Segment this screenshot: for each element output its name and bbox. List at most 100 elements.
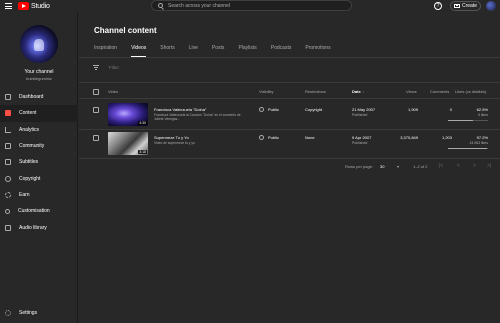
first-page-button[interactable]: |< [439,163,445,169]
create-label: Create [461,3,477,9]
channel-label: Your channel [24,69,54,75]
sidebar-item-settings[interactable]: Settings [5,310,37,316]
likes-bar-fill [448,148,487,149]
hamburger-menu-icon[interactable] [5,3,12,9]
tab-videos[interactable]: Videos [131,45,147,57]
visibility-label: Public [268,135,279,140]
sidebar-item-analytics[interactable]: Analytics [0,122,78,138]
restrictions-value: None [305,135,315,140]
sidebar-item-content[interactable]: Content [0,105,78,122]
visibility-dropdown[interactable]: Public [259,107,279,112]
video-thumbnail[interactable]: 4:30 [108,103,148,126]
column-likes[interactable]: Likes (vs dislikes) [455,89,486,94]
create-video-icon [453,4,460,8]
tab-shorts[interactable]: Shorts [160,45,174,57]
comments-value: 1,203 [441,135,452,140]
tab-promotions[interactable]: Promotions [305,45,330,57]
sidebar-item-label: Customisation [18,208,50,215]
search-icon [158,3,163,8]
sidebar-item-label: Analytics [19,126,40,133]
page-range: 1–2 of 2 [413,164,428,169]
search-input[interactable]: Search across your channel [151,0,352,11]
filter-label: Filter [109,64,119,70]
sidebar-item-label: Community [19,143,45,150]
date-status: Published [352,141,368,145]
views-value: 3,370,849 [400,135,418,140]
channel-name: bubbleguminiz [26,76,52,81]
duration-badge: 3:18 [138,150,147,154]
video-title[interactable]: Francisca Valenzuela "Dolna" [154,107,206,112]
youtube-play-icon [18,2,29,10]
create-button[interactable]: Create [450,1,481,11]
column-restrictions[interactable]: Restrictions [305,89,326,94]
visibility-label: Public [268,107,279,112]
tab-live[interactable]: Live [189,45,198,57]
likes-bar-fill [448,120,473,121]
sidebar-item-copyright[interactable]: Copyright [0,170,78,186]
settings-label: Settings [19,310,38,316]
prev-page-button[interactable]: < [457,163,463,169]
account-avatar[interactable] [486,1,496,11]
date-value: 21 May 2007 [352,107,376,112]
column-visibility[interactable]: Visibility [259,89,273,94]
studio-logo[interactable]: Studio [18,2,50,10]
views-value: 1,909 [407,107,418,112]
likes-count: 5 likes [478,113,488,117]
tab-playlists[interactable]: Playlists [238,45,256,57]
sidebar-item-label: Copyright [19,175,41,182]
sidebar-nav: Dashboard Content Analytics Community Su… [0,89,78,236]
table-row[interactable]: 4:30 Francisca Valenzuela "Dolna" Franci… [79,100,500,130]
visibility-dropdown[interactable]: Public [259,135,279,140]
divider [79,98,500,99]
select-all-checkbox[interactable] [93,89,99,95]
community-icon [5,143,11,150]
row-checkbox[interactable] [93,107,99,113]
column-views[interactable]: Views [406,89,417,94]
top-bar: Studio Search across your channel ? Crea… [0,0,500,12]
tab-inspiration[interactable]: Inspiration [94,45,117,57]
restrictions-value[interactable]: Copyright [305,107,322,112]
sidebar-item-community[interactable]: Community [0,138,78,154]
row-checkbox[interactable] [93,135,99,141]
channel-avatar[interactable] [20,25,58,63]
next-page-button[interactable]: > [473,163,479,169]
tab-posts[interactable]: Posts [212,45,225,57]
column-comments[interactable]: Comments [430,89,449,94]
likes-bar [448,120,488,121]
customisation-icon [5,208,10,214]
sidebar-item-earn[interactable]: Earn [0,187,78,203]
table-row[interactable]: 3:18 Supermeze Tu y Yo Video de supermez… [79,130,500,160]
tab-podcasts[interactable]: Podcasts [271,45,292,57]
sidebar-item-audio-library[interactable]: Audio library [0,219,78,235]
duration-badge: 4:30 [138,121,147,125]
content-tabs: Inspiration Videos Shorts Live Posts Pla… [94,45,345,57]
likes-bar [448,148,488,149]
chevron-down-icon[interactable]: ▾ [397,164,399,169]
gear-icon [5,310,11,316]
sidebar-item-label: Dashboard [19,94,44,101]
sidebar-item-dashboard[interactable]: Dashboard [0,89,78,105]
sidebar: Your channel bubbleguminiz Dashboard Con… [0,12,78,323]
video-description: Video de supermeze tu y yo [154,141,195,145]
page-title: Channel content [94,26,157,35]
likes-percent: 97.2% [476,135,488,140]
likes-count: 13,963 likes [469,141,488,145]
video-title[interactable]: Supermeze Tu y Yo [154,135,189,140]
rows-per-page-select[interactable]: 30 [380,164,384,169]
divider [79,57,500,58]
video-thumbnail[interactable]: 3:18 [108,132,148,155]
filter-icon [93,64,99,70]
search-placeholder: Search across your channel [168,2,230,9]
sidebar-item-label: Earn [19,191,30,198]
rows-per-page-label: Rows per page: [345,164,374,169]
sidebar-item-customisation[interactable]: Customisation [0,203,78,219]
last-page-button[interactable]: >| [487,163,493,169]
help-icon[interactable]: ? [434,2,442,10]
globe-icon [259,135,264,140]
sidebar-item-subtitles[interactable]: Subtitles [0,154,78,170]
filter-bar[interactable]: Filter [93,62,119,72]
video-description: Francisca Valenzuela la Canción "Dolna" … [154,113,241,122]
comments-value: 0 [449,107,452,112]
column-date[interactable]: Date [352,89,361,94]
sort-arrow-icon[interactable]: ↓ [362,89,364,94]
